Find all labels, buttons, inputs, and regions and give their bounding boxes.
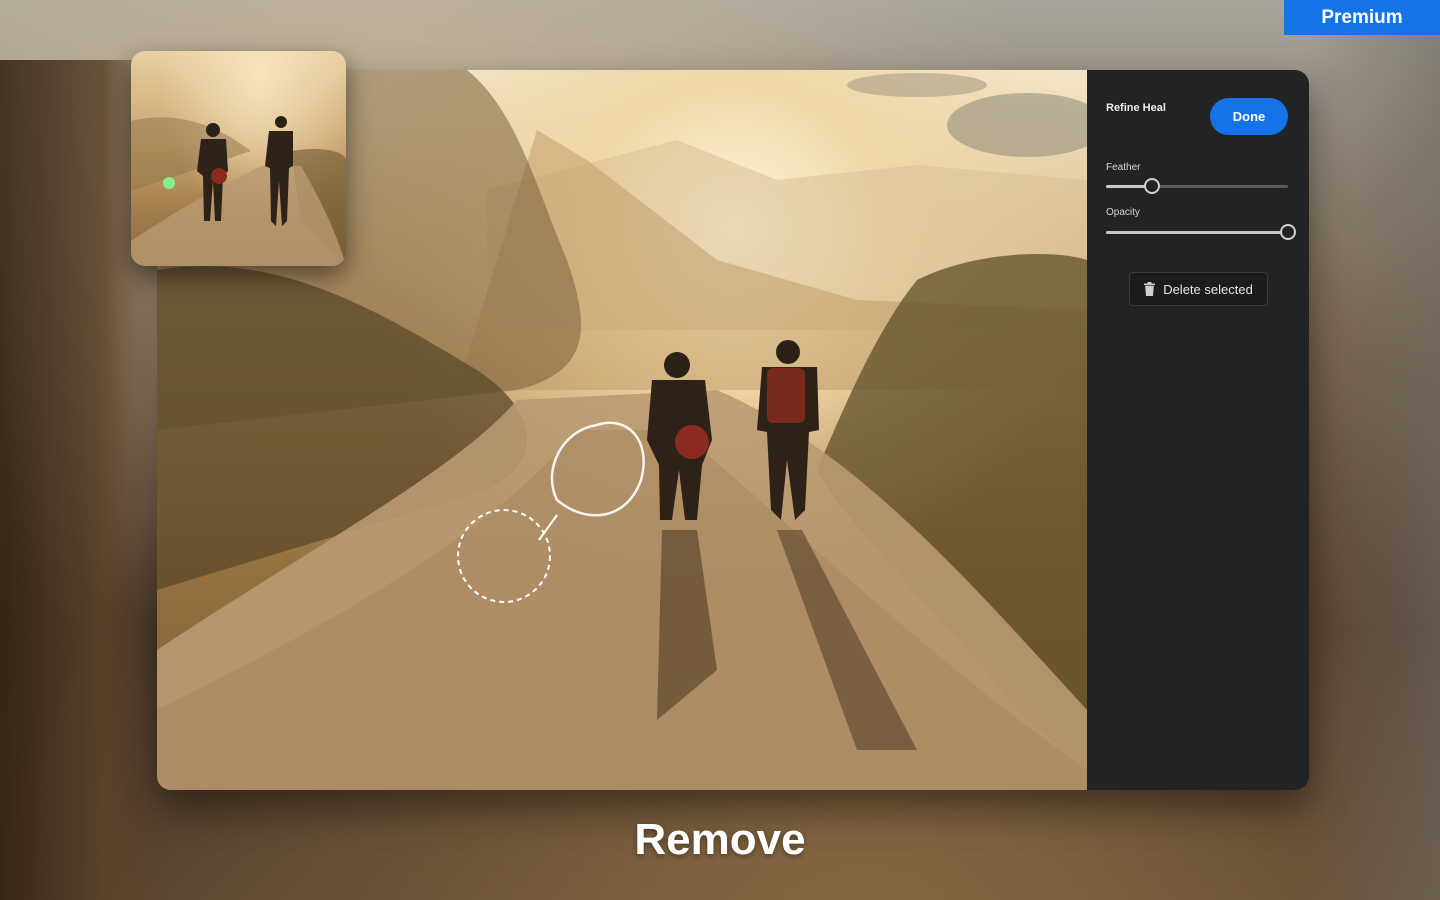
delete-selected-label: Delete selected <box>1163 281 1253 297</box>
delete-selected-button[interactable]: Delete selected <box>1129 272 1268 306</box>
refine-heal-title: Refine Heal <box>1106 102 1166 114</box>
done-button[interactable]: Done <box>1210 98 1288 135</box>
premium-button[interactable]: Premium <box>1284 0 1440 35</box>
feather-slider[interactable] <box>1106 178 1288 194</box>
opacity-slider-thumb[interactable] <box>1280 224 1296 240</box>
before-thumbnail <box>131 51 346 266</box>
opacity-slider-fill <box>1106 231 1288 234</box>
feather-slider-thumb[interactable] <box>1143 178 1160 194</box>
background-blur-right <box>1300 0 1440 900</box>
feature-caption: Remove <box>634 815 806 864</box>
feather-label: Feather <box>1106 162 1141 173</box>
trash-icon <box>1144 282 1156 296</box>
opacity-label: Opacity <box>1106 207 1140 218</box>
opacity-slider[interactable] <box>1106 224 1296 240</box>
thumbnail-scene <box>131 116 346 266</box>
refine-panel: Refine Heal Done Feather Opacity Delete … <box>1087 70 1309 790</box>
